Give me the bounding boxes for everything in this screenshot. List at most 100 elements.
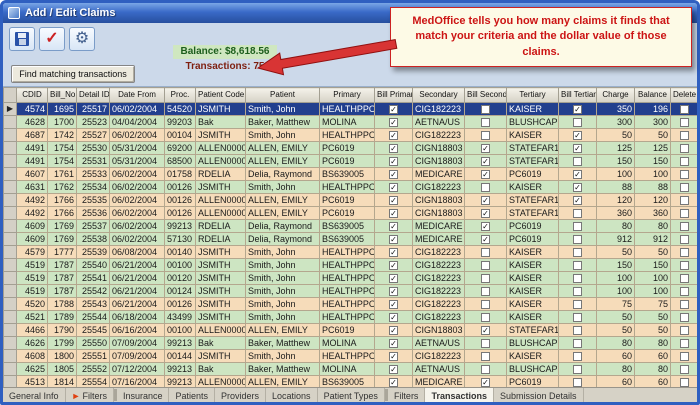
cell-delete[interactable] — [671, 207, 698, 220]
cell-bill-tertiary[interactable] — [559, 363, 597, 376]
row-selector[interactable] — [4, 285, 17, 298]
cell-bill-tertiary[interactable] — [559, 285, 597, 298]
delete-checkbox[interactable] — [680, 157, 689, 166]
cell-primary[interactable]: BS639005 — [320, 220, 375, 233]
delete-checkbox[interactable] — [680, 365, 689, 374]
cell-bill-secondary[interactable] — [465, 298, 507, 311]
cell-proc[interactable]: 00126 — [165, 194, 196, 207]
cell-charge[interactable]: 912 — [597, 233, 635, 246]
cell-delete[interactable] — [671, 220, 698, 233]
cell-balance[interactable]: 50 — [635, 311, 671, 324]
cell-detail-id[interactable]: 25543 — [77, 298, 110, 311]
cell-secondary[interactable]: CIGN18803 — [413, 155, 465, 168]
cell-charge[interactable]: 75 — [597, 298, 635, 311]
cell-patient[interactable]: Smith, John — [246, 272, 320, 285]
cell-charge[interactable]: 360 — [597, 207, 635, 220]
cell-bill-primary[interactable] — [375, 376, 413, 388]
delete-checkbox[interactable] — [680, 235, 689, 244]
bill-tertiary-checkbox[interactable] — [573, 118, 582, 127]
cell-patient[interactable]: ALLEN, EMILY — [246, 194, 320, 207]
cell-proc[interactable]: 99213 — [165, 337, 196, 350]
cell-bill-secondary[interactable] — [465, 155, 507, 168]
table-row[interactable]: 460917692553806/02/200457130RDELIADelia,… — [4, 233, 698, 246]
cell-secondary[interactable]: CIGN18803 — [413, 207, 465, 220]
cell-date-from[interactable]: 07/09/2004 — [110, 337, 165, 350]
bill-secondary-checkbox[interactable] — [481, 118, 490, 127]
cell-detail-id[interactable]: 25535 — [77, 194, 110, 207]
cell-balance[interactable]: 120 — [635, 194, 671, 207]
cell-delete[interactable] — [671, 311, 698, 324]
bill-primary-checkbox[interactable] — [389, 209, 398, 218]
cell-bill-tertiary[interactable] — [559, 337, 597, 350]
table-row[interactable]: 451917872554206/21/200400124JSMITHSmith,… — [4, 285, 698, 298]
delete-checkbox[interactable] — [680, 209, 689, 218]
cell-date-from[interactable]: 05/31/2004 — [110, 142, 165, 155]
cell-bill-primary[interactable] — [375, 168, 413, 181]
cell-cdid[interactable]: 4631 — [17, 181, 48, 194]
cell-patient-code[interactable]: JSMITH — [196, 298, 246, 311]
cell-charge[interactable]: 150 — [597, 259, 635, 272]
bill-tertiary-checkbox[interactable] — [573, 222, 582, 231]
cell-proc[interactable]: 00126 — [165, 207, 196, 220]
cell-patient-code[interactable]: JSMITH — [196, 103, 246, 116]
find-matching-transactions-button[interactable]: Find matching transactions — [11, 65, 135, 83]
cell-delete[interactable] — [671, 168, 698, 181]
cell-patient-code[interactable]: JSMITH — [196, 259, 246, 272]
bill-primary-checkbox[interactable] — [389, 287, 398, 296]
cell-balance[interactable]: 88 — [635, 181, 671, 194]
cell-patient-code[interactable]: Bak — [196, 116, 246, 129]
bill-tertiary-checkbox[interactable] — [573, 209, 582, 218]
cell-primary[interactable]: BS639005 — [320, 233, 375, 246]
cell-detail-id[interactable]: 25537 — [77, 220, 110, 233]
cell-balance[interactable]: 360 — [635, 207, 671, 220]
cell-proc[interactable]: 69200 — [165, 142, 196, 155]
cell-primary[interactable]: PC6019 — [320, 194, 375, 207]
cell-balance[interactable]: 60 — [635, 376, 671, 388]
row-selector[interactable] — [4, 311, 17, 324]
cell-bill-no[interactable]: 1799 — [48, 337, 77, 350]
cell-cdid[interactable]: 4492 — [17, 194, 48, 207]
bill-tertiary-checkbox[interactable] — [573, 196, 582, 205]
delete-checkbox[interactable] — [680, 300, 689, 309]
cell-patient[interactable]: Delia, Raymond — [246, 168, 320, 181]
cell-tertiary[interactable]: KAISER — [507, 272, 559, 285]
cell-secondary[interactable]: CIG182223 — [413, 350, 465, 363]
cell-cdid[interactable]: 4491 — [17, 155, 48, 168]
cell-charge[interactable]: 120 — [597, 194, 635, 207]
cell-date-from[interactable]: 07/09/2004 — [110, 350, 165, 363]
cell-date-from[interactable]: 06/21/2004 — [110, 259, 165, 272]
column-header-primary[interactable]: Primary — [320, 88, 375, 103]
delete-checkbox[interactable] — [680, 287, 689, 296]
bill-tertiary-checkbox[interactable] — [573, 261, 582, 270]
cell-patient-code[interactable]: JSMITH — [196, 285, 246, 298]
cell-charge[interactable]: 50 — [597, 311, 635, 324]
column-header-bill-no[interactable]: Bill_No — [48, 88, 77, 103]
cell-tertiary[interactable]: BLUSHCAPL — [507, 337, 559, 350]
table-row[interactable]: 449217662553606/02/200400126ALLEN0000ALL… — [4, 207, 698, 220]
column-header-bill-secondary[interactable]: Bill Secondary — [465, 88, 507, 103]
cell-balance[interactable]: 912 — [635, 233, 671, 246]
cell-detail-id[interactable]: 25538 — [77, 233, 110, 246]
column-header-bill-tertiary[interactable]: Bill Tertiary — [559, 88, 597, 103]
cell-bill-tertiary[interactable] — [559, 246, 597, 259]
cell-patient[interactable]: Smith, John — [246, 181, 320, 194]
bill-tertiary-checkbox[interactable] — [573, 105, 582, 114]
cell-patient-code[interactable]: ALLEN0000 — [196, 324, 246, 337]
bill-primary-checkbox[interactable] — [389, 105, 398, 114]
cell-primary[interactable]: HEALTHPPO — [320, 181, 375, 194]
table-row[interactable]: 449117542553005/31/200469200ALLEN0000ALL… — [4, 142, 698, 155]
cell-date-from[interactable]: 06/02/2004 — [110, 181, 165, 194]
cell-bill-tertiary[interactable] — [559, 233, 597, 246]
cell-secondary[interactable]: CIG182223 — [413, 181, 465, 194]
cell-patient[interactable]: Smith, John — [246, 129, 320, 142]
cell-delete[interactable] — [671, 181, 698, 194]
bill-tertiary-checkbox[interactable] — [573, 131, 582, 140]
cell-proc[interactable]: 00140 — [165, 246, 196, 259]
cell-primary[interactable]: HEALTHPPO — [320, 246, 375, 259]
row-selector[interactable] — [4, 142, 17, 155]
cell-bill-no[interactable]: 1789 — [48, 311, 77, 324]
delete-checkbox[interactable] — [680, 339, 689, 348]
cell-cdid[interactable]: 4519 — [17, 259, 48, 272]
cell-detail-id[interactable]: 25531 — [77, 155, 110, 168]
cell-tertiary[interactable]: KAISER — [507, 259, 559, 272]
